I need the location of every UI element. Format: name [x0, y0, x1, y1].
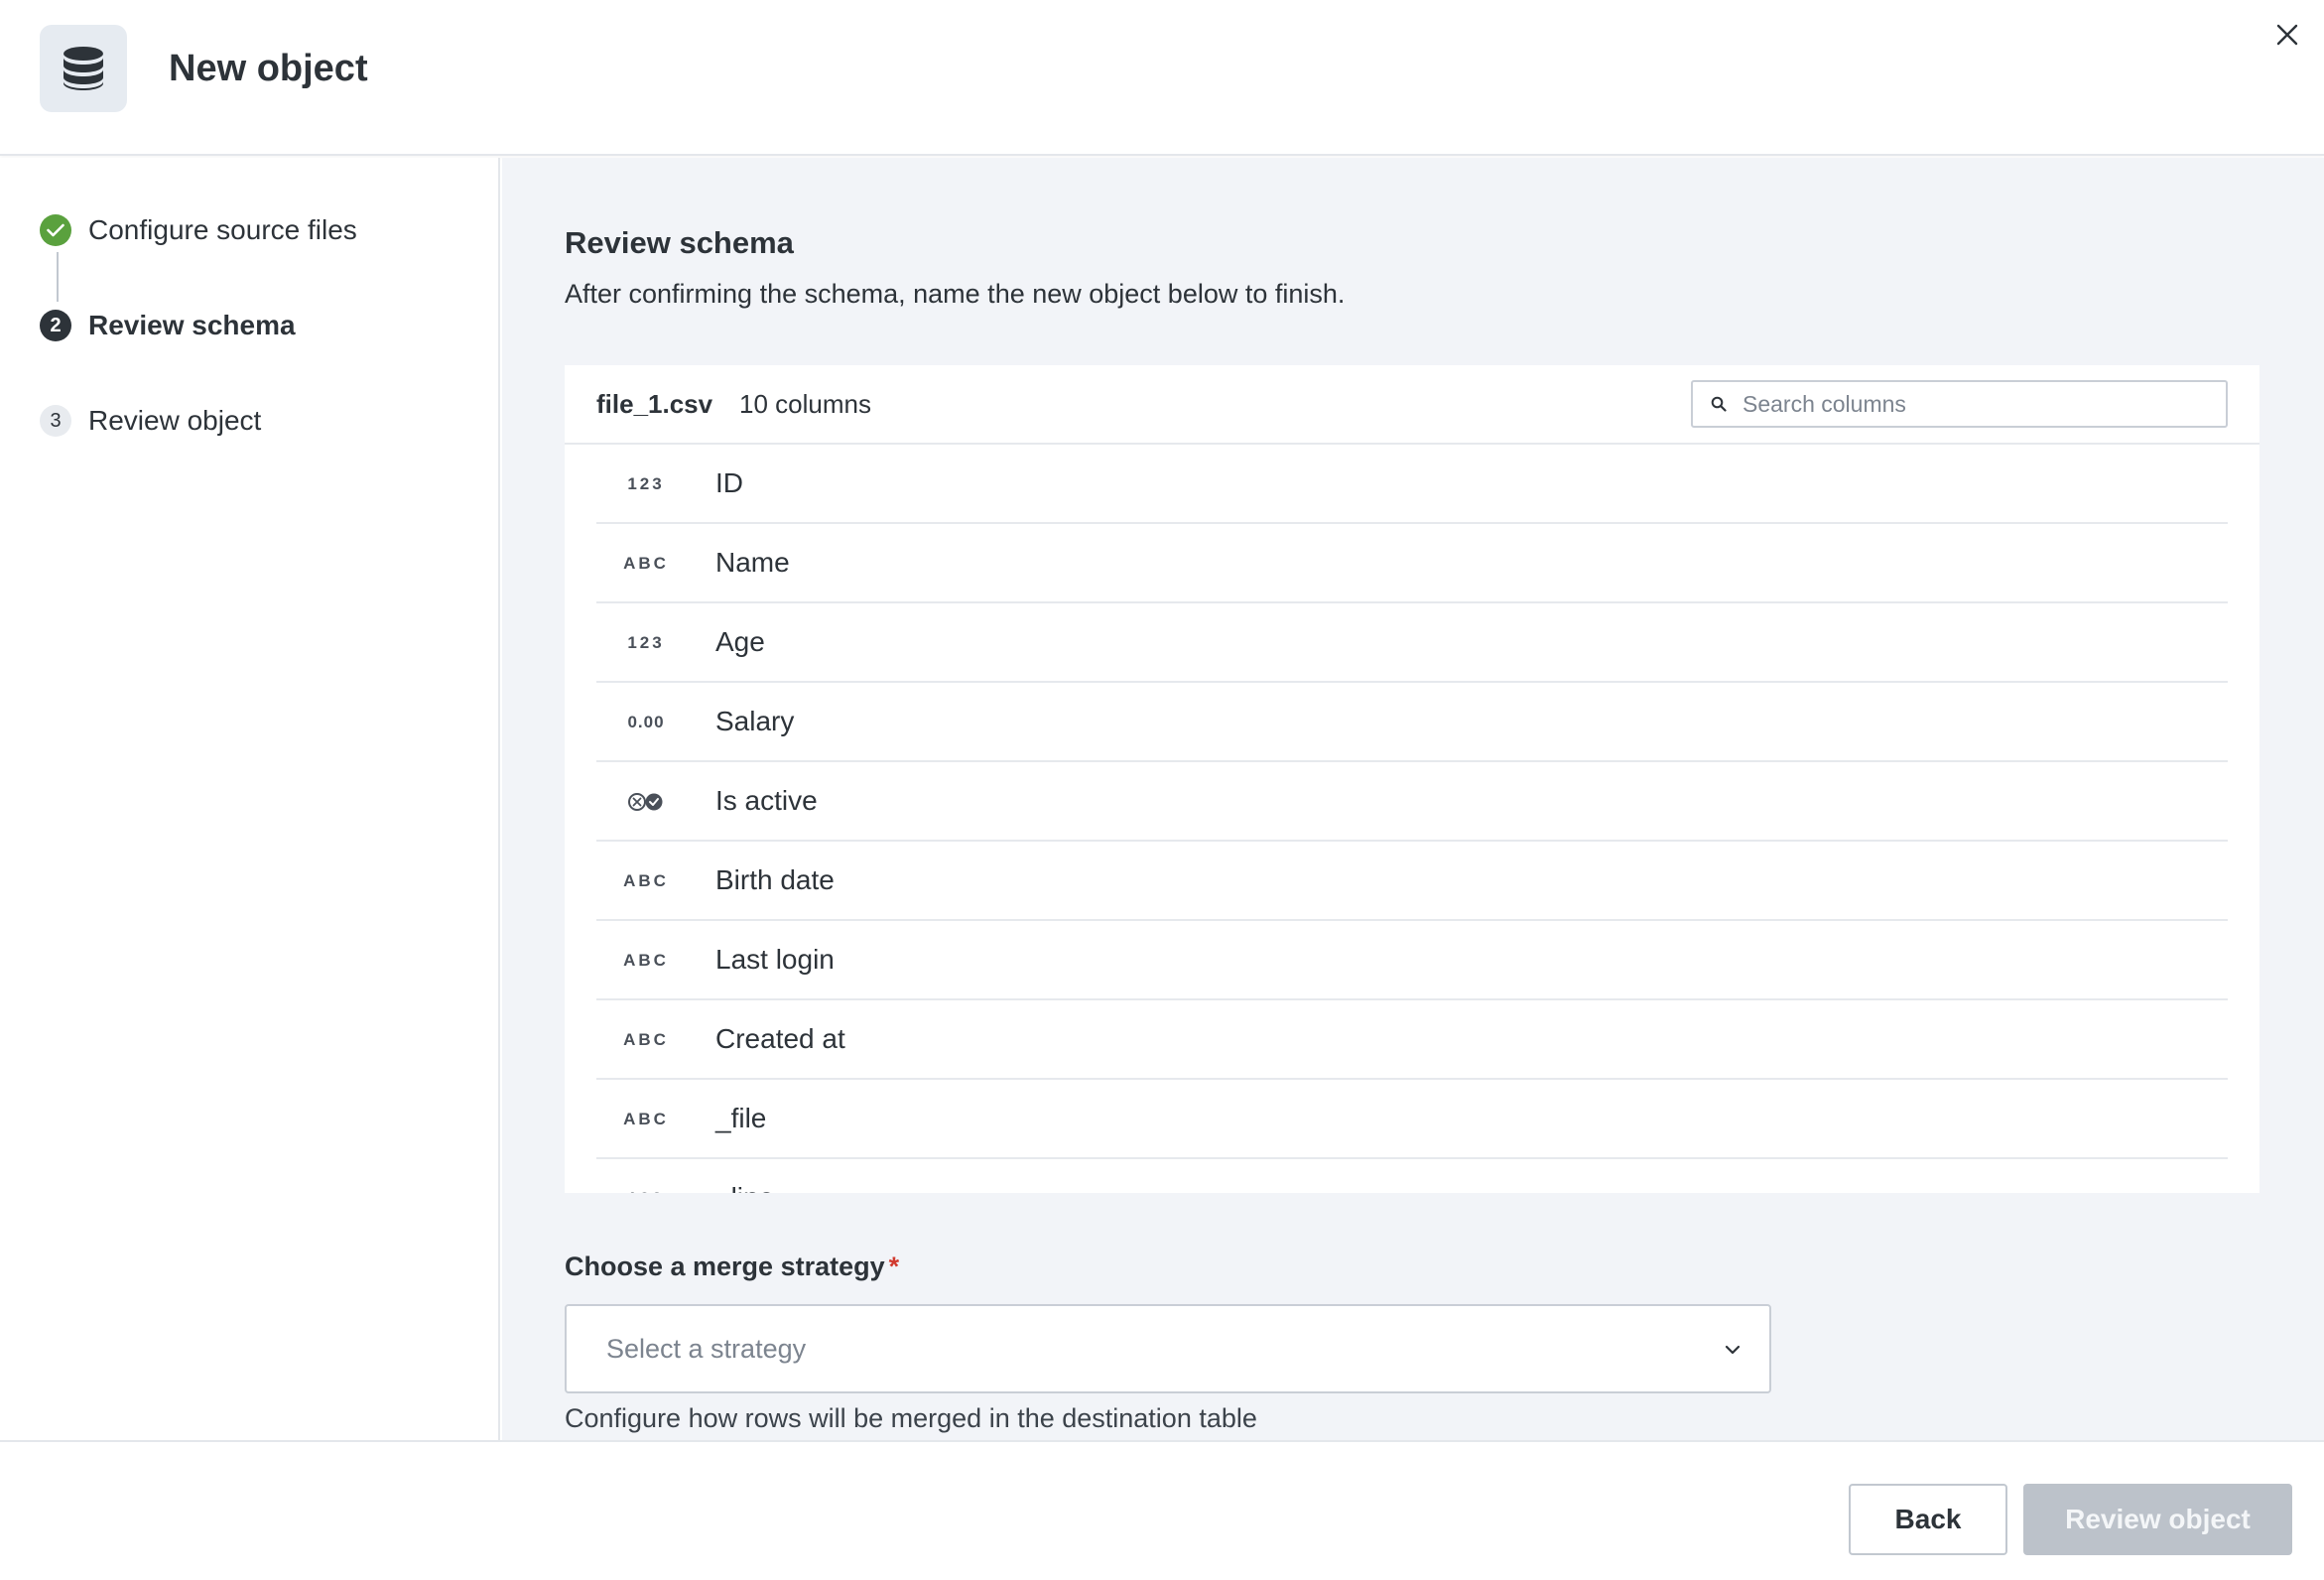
- database-icon: [40, 25, 127, 112]
- table-row[interactable]: 123 Age: [596, 603, 2228, 683]
- table-row[interactable]: 123 _line: [596, 1159, 2228, 1193]
- step-number: 3: [40, 405, 71, 437]
- close-icon: [2276, 24, 2298, 46]
- close-button[interactable]: [2268, 16, 2306, 54]
- step-connector: [57, 252, 59, 302]
- main-content: Review schema After confirming the schem…: [502, 158, 2324, 1440]
- review-object-button[interactable]: Review object: [2023, 1484, 2292, 1555]
- step-label: Review schema: [88, 310, 296, 340]
- column-name: Salary: [715, 706, 795, 736]
- column-name: Name: [715, 547, 790, 578]
- search-icon: [1711, 395, 1729, 413]
- number-type-icon: 123: [596, 1159, 696, 1193]
- merge-strategy-label: Choose a merge strategy *: [565, 1251, 899, 1282]
- column-name: _file: [715, 1103, 767, 1133]
- text-type-icon: ABC: [623, 951, 669, 970]
- back-button[interactable]: Back: [1849, 1484, 2007, 1555]
- decimal-type-icon: 0.00: [627, 713, 665, 731]
- page-title: New object: [169, 48, 368, 89]
- column-name: _line: [715, 1182, 774, 1193]
- step-review-object[interactable]: 3 Review object: [40, 401, 261, 441]
- text-type-icon: ABC: [623, 554, 669, 573]
- merge-strategy-label-text: Choose a merge strategy: [565, 1251, 885, 1281]
- column-name: ID: [715, 467, 743, 498]
- column-list: 123 ID ABC Name 123 Age 0.00 Salary Is a…: [596, 445, 2228, 1193]
- step-label: Configure source files: [88, 214, 357, 245]
- column-name: Age: [715, 626, 765, 657]
- table-row[interactable]: Is active: [596, 762, 2228, 842]
- schema-panel[interactable]: file_1.csv 10 columns 123 ID ABC Name 12…: [565, 365, 2259, 1193]
- text-type-icon: ABC: [623, 871, 669, 890]
- column-name: Last login: [715, 944, 835, 975]
- column-name: Created at: [715, 1023, 845, 1054]
- table-row[interactable]: ABC Last login: [596, 921, 2228, 1000]
- section-description: After confirming the schema, name the ne…: [565, 279, 1346, 309]
- chevron-down-icon: [1724, 1340, 1743, 1360]
- table-row[interactable]: ABC _file: [596, 1080, 2228, 1159]
- column-name: Is active: [715, 785, 818, 816]
- table-row[interactable]: 123 ID: [596, 445, 2228, 524]
- file-name: file_1.csv: [596, 389, 713, 419]
- step-label: Review object: [88, 405, 262, 436]
- search-columns-field[interactable]: [1691, 380, 2228, 428]
- check-circle-icon: [40, 214, 71, 246]
- stepper-sidebar: [0, 158, 500, 1440]
- column-name: Birth date: [715, 864, 835, 895]
- step-configure-source-files[interactable]: Configure source files: [40, 210, 357, 250]
- required-mark: *: [888, 1251, 900, 1281]
- search-input[interactable]: [1743, 390, 2209, 418]
- modal-header: New object: [0, 0, 2324, 156]
- column-count: 10 columns: [739, 389, 871, 419]
- table-row[interactable]: ABC Name: [596, 524, 2228, 603]
- table-row[interactable]: ABC Created at: [596, 1000, 2228, 1080]
- number-type-icon: 123: [627, 633, 665, 652]
- boolean-type-icon: [596, 762, 696, 842]
- text-type-icon: ABC: [623, 1110, 669, 1128]
- number-type-icon: 123: [627, 474, 665, 493]
- text-type-icon: ABC: [623, 1030, 669, 1049]
- merge-strategy-help: Configure how rows will be merged in the…: [565, 1403, 1257, 1433]
- schema-header: file_1.csv 10 columns: [565, 365, 2259, 445]
- merge-strategy-select[interactable]: Select a strategy: [565, 1304, 1771, 1393]
- table-row[interactable]: 0.00 Salary: [596, 683, 2228, 762]
- modal-footer: Back Review object: [0, 1440, 2324, 1580]
- table-row[interactable]: ABC Birth date: [596, 842, 2228, 921]
- step-number: 2: [40, 310, 71, 341]
- select-placeholder: Select a strategy: [606, 1334, 807, 1364]
- step-review-schema[interactable]: 2 Review schema: [40, 306, 296, 345]
- section-title: Review schema: [565, 225, 794, 260]
